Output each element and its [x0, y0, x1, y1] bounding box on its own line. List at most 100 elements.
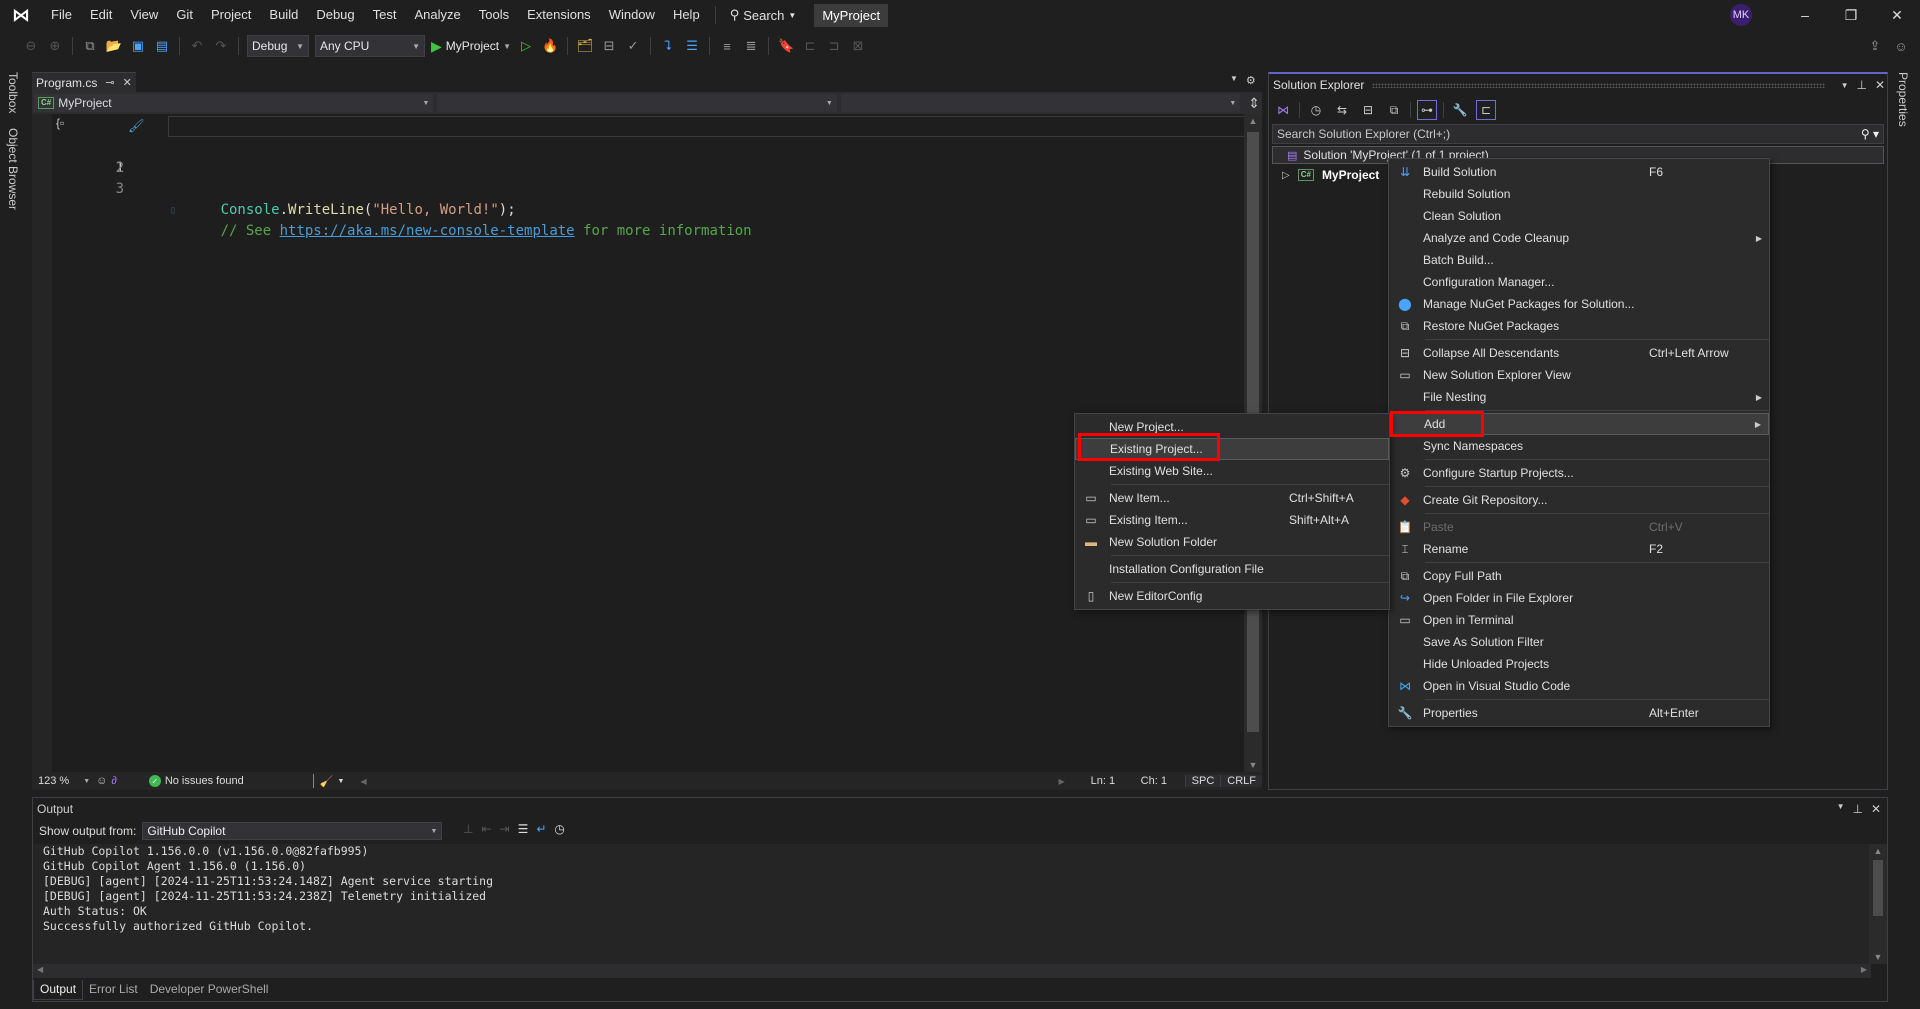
line-indicator[interactable]: Ln: 1 [1085, 775, 1135, 787]
menu-git[interactable]: Git [167, 0, 202, 30]
redo-icon[interactable]: ↷ [212, 37, 230, 55]
menu-item-collapse-all[interactable]: ⊟ Collapse All Descendants Ctrl+Left Arrow [1389, 342, 1769, 364]
menu-item-restore-nuget[interactable]: ⧉ Restore NuGet Packages [1389, 315, 1769, 337]
search-button[interactable]: ⚲ Search ▼ [722, 7, 805, 23]
whitespace-indicator[interactable]: SPC [1184, 775, 1221, 787]
spell-check-icon[interactable]: ✓ [624, 37, 642, 55]
next-bookmark-icon[interactable]: ⊐ [825, 37, 843, 55]
menu-item-new-project[interactable]: New Project... [1075, 416, 1389, 438]
save-all-icon[interactable]: ▤ [153, 37, 171, 55]
scroll-left-icon[interactable]: ◀ [37, 965, 43, 974]
properties-tab[interactable]: Properties [1896, 72, 1910, 127]
navigate-forward-icon[interactable]: ⊕ [46, 37, 64, 55]
menu-help[interactable]: Help [664, 0, 709, 30]
menu-item-paste[interactable]: 📋 Paste Ctrl+V [1389, 516, 1769, 538]
go-to-previous-message-icon[interactable]: ⇤ [481, 822, 491, 836]
menu-item-add[interactable]: Add ▶ [1389, 413, 1769, 435]
menu-item-hide-unloaded[interactable]: Hide Unloaded Projects [1389, 653, 1769, 675]
menu-build[interactable]: Build [260, 0, 307, 30]
minimize-button[interactable]: – [1782, 0, 1828, 30]
object-browser-tab[interactable]: Object Browser [6, 128, 20, 210]
menu-item-configure-startup[interactable]: ⚙ Configure Startup Projects... [1389, 462, 1769, 484]
scroll-down-icon[interactable]: ▼ [1244, 760, 1262, 770]
menu-window[interactable]: Window [600, 0, 664, 30]
close-window-button[interactable]: ✕ [1874, 0, 1920, 30]
user-avatar[interactable]: MK [1730, 4, 1752, 26]
menu-item-new-se-view[interactable]: ▭ New Solution Explorer View [1389, 364, 1769, 386]
menu-item-open-terminal[interactable]: ▭ Open in Terminal [1389, 609, 1769, 631]
copilot-icon[interactable]: ☺ [96, 775, 107, 787]
new-project-icon[interactable]: ⧉ [81, 37, 99, 55]
go-to-next-message-icon[interactable]: ⇥ [500, 822, 510, 836]
scroll-up-icon[interactable]: ▲ [1869, 846, 1887, 856]
find-message-in-code-icon[interactable]: ⊥ [463, 822, 473, 836]
menu-item-properties[interactable]: 🔧 Properties Alt+Enter [1389, 702, 1769, 724]
window-position-dropdown-icon[interactable]: ▼ [1841, 81, 1849, 90]
tree-item-project[interactable]: ▷ C# MyProject [1272, 166, 1379, 184]
project-dropdown[interactable]: C# MyProject ▼ [34, 94, 434, 112]
hot-reload-icon[interactable]: 🔥 [541, 37, 559, 55]
close-icon[interactable]: ✕ [1875, 78, 1885, 92]
menu-item-open-folder[interactable]: ↪ Open Folder in File Explorer [1389, 587, 1769, 609]
menu-view[interactable]: View [121, 0, 167, 30]
menu-item-clean-solution[interactable]: Clean Solution [1389, 205, 1769, 227]
clear-bookmarks-icon[interactable]: ⊠ [849, 37, 867, 55]
zoom-dropdown[interactable]: 123 % ▼ [32, 775, 96, 787]
open-file-icon[interactable]: 📂 [105, 37, 123, 55]
menu-file[interactable]: File [42, 0, 81, 30]
tab-program-cs[interactable]: Program.cs ⊸ ✕ [32, 72, 136, 92]
line-ending-indicator[interactable]: CRLF [1220, 775, 1262, 787]
char-indicator[interactable]: Ch: 1 [1135, 775, 1185, 787]
live-share-icon[interactable]: ⇪ [1866, 37, 1884, 55]
output-vertical-scrollbar[interactable]: ▲ ▼ [1869, 844, 1887, 964]
toolbox-tab[interactable]: Toolbox [6, 72, 20, 113]
menu-item-build-solution[interactable]: ⇊ Build Solution F6 [1389, 161, 1769, 183]
gear-icon[interactable]: ⚙ [1246, 74, 1256, 87]
menu-item-existing-item[interactable]: ▭ Existing Item... Shift+Alt+A [1075, 509, 1389, 531]
expand-arrow-icon[interactable]: ▷ [1282, 170, 1290, 181]
output-text-area[interactable]: GitHub Copilot 1.156.0.0 (v1.156.0.0@82f… [33, 844, 1871, 964]
output-horizontal-scrollbar[interactable]: ◀ ▶ [33, 964, 1871, 978]
menu-item-file-nesting[interactable]: File Nesting ▶ [1389, 386, 1769, 408]
menu-edit[interactable]: Edit [81, 0, 121, 30]
menu-item-analyze-code-cleanup[interactable]: Analyze and Code Cleanup ▶ [1389, 227, 1769, 249]
code-cleanup-button[interactable]: 🧹 ▼ [314, 775, 351, 788]
menu-item-existing-web-site[interactable]: Existing Web Site... [1075, 460, 1389, 482]
clock-icon[interactable]: ◷ [554, 822, 564, 836]
platform-dropdown[interactable]: Any CPU ▼ [315, 35, 425, 57]
menu-item-batch-build[interactable]: Batch Build... [1389, 249, 1769, 271]
collapse-all-icon[interactable]: ⊟ [1358, 100, 1378, 120]
tab-error-list[interactable]: Error List [83, 980, 144, 1000]
menu-item-rebuild-solution[interactable]: Rebuild Solution [1389, 183, 1769, 205]
menu-item-create-git-repo[interactable]: ◆ Create Git Repository... [1389, 489, 1769, 511]
uncomment-lines-icon[interactable]: ≣ [742, 37, 760, 55]
pin-icon[interactable]: ⊸ [105, 76, 114, 89]
menu-extensions[interactable]: Extensions [518, 0, 600, 30]
solution-explorer-search-input[interactable]: Search Solution Explorer (Ctrl+;) ⚲ ▾ [1272, 124, 1884, 144]
menu-analyze[interactable]: Analyze [405, 0, 469, 30]
scroll-up-icon[interactable]: ▲ [1244, 116, 1262, 126]
menu-debug[interactable]: Debug [307, 0, 363, 30]
scroll-down-icon[interactable]: ▼ [1869, 952, 1887, 962]
menu-item-installation-config[interactable]: Installation Configuration File [1075, 558, 1389, 580]
drag-grip[interactable] [1372, 82, 1825, 88]
menu-item-sync-namespaces[interactable]: Sync Namespaces [1389, 435, 1769, 457]
pin-icon[interactable]: ⊥ [1852, 802, 1862, 816]
feedback-icon[interactable]: ☺ [1892, 37, 1910, 55]
member-dropdown[interactable]: ▼ [840, 94, 1241, 112]
hscroll-right-icon[interactable]: ▶ [1058, 777, 1064, 786]
clear-all-icon[interactable]: ☰ [518, 822, 529, 836]
scroll-right-icon[interactable]: ▶ [1861, 965, 1867, 974]
solution-explorer-icon[interactable]: 🗂 [576, 37, 594, 55]
menu-item-rename[interactable]: ⌶ Rename F2 [1389, 538, 1769, 560]
hscroll-left-icon[interactable]: ◀ [360, 777, 366, 786]
sync-with-active-document-icon[interactable]: ⇆ [1332, 100, 1352, 120]
pending-changes-filter-icon[interactable]: ◷ [1306, 100, 1326, 120]
menu-item-new-editorconfig[interactable]: ▯ New EditorConfig [1075, 585, 1389, 607]
step-into-icon[interactable]: ⮧ [659, 37, 677, 55]
menu-item-save-solution-filter[interactable]: Save As Solution Filter [1389, 631, 1769, 653]
menu-project[interactable]: Project [202, 0, 260, 30]
search-icon[interactable]: ⚲ ▾ [1861, 127, 1879, 141]
tab-output[interactable]: Output [33, 980, 84, 1000]
close-icon[interactable]: ✕ [123, 76, 132, 89]
